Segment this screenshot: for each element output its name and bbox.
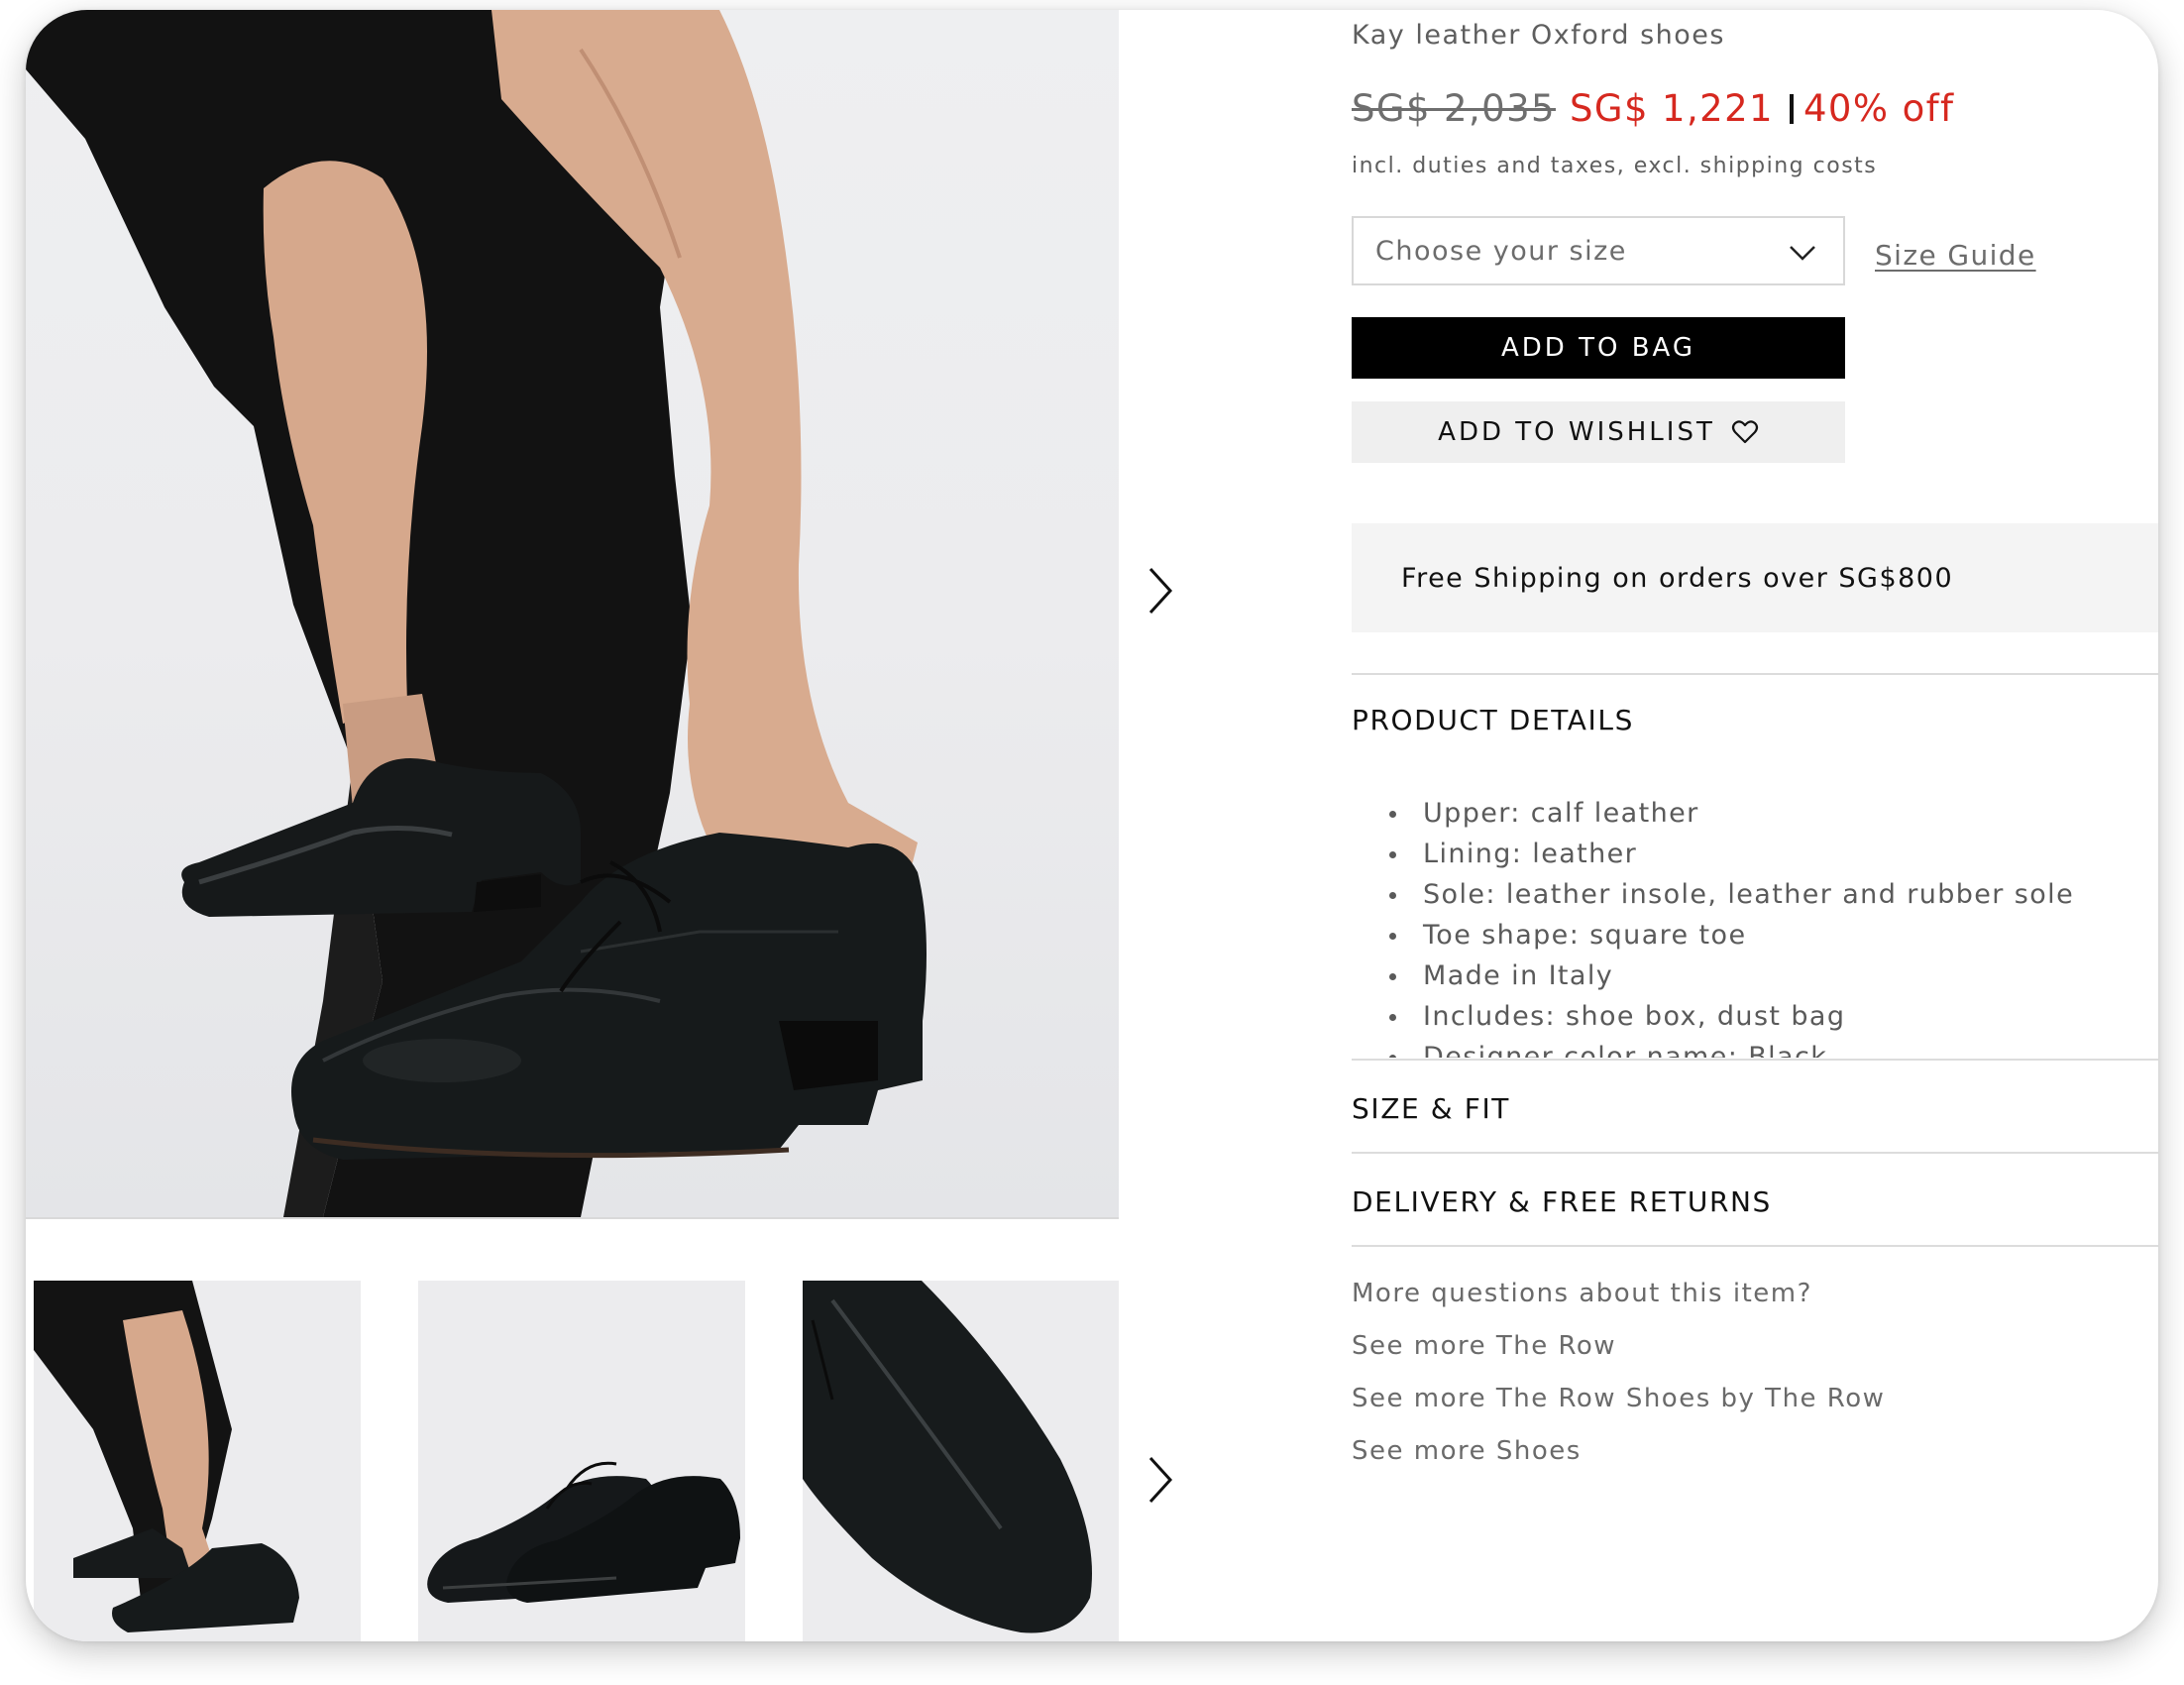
free-shipping-banner: Free Shipping on orders over SG$800 [1352, 523, 2158, 632]
size-select-placeholder: Choose your size [1375, 235, 1627, 267]
add-to-wishlist-label: ADD TO WISHLIST [1438, 417, 1715, 447]
divider [1352, 1245, 2158, 1247]
details-item: Made in Italy [1352, 955, 2074, 996]
size-select[interactable]: Choose your size [1352, 216, 1845, 285]
divider [1352, 1059, 2158, 1061]
chevron-right-icon [1148, 567, 1173, 615]
details-item: Upper: calf leather [1352, 793, 2074, 834]
thumbnail-1[interactable] [34, 1281, 361, 1641]
product-details-list: Upper: calf leather Lining: leather Sole… [1352, 793, 2074, 1058]
bullet [1389, 892, 1396, 899]
add-to-wishlist-button[interactable]: ADD TO WISHLIST [1352, 401, 1845, 463]
discount-label: 40% off [1802, 87, 1955, 130]
bullet [1389, 811, 1396, 818]
see-more-brand-shoes-link[interactable]: See more The Row Shoes by The Row [1352, 1384, 1885, 1413]
bullet [1389, 933, 1396, 940]
heart-outline-icon [1731, 420, 1758, 444]
divider [1352, 673, 2158, 675]
details-item: Toe shape: square toe [1352, 915, 2074, 955]
bullet [1389, 851, 1396, 858]
product-details-panel: Upper: calf leather Lining: leather Sole… [1352, 793, 2158, 1058]
next-image-button[interactable] [1141, 561, 1180, 620]
price-separator [1789, 93, 1794, 124]
size-guide-link[interactable]: Size Guide [1875, 239, 2036, 272]
price-row: SG$ 2,035 SG$ 1,221 40% off [1352, 87, 1954, 130]
details-item: Designer color name: Black [1352, 1037, 2074, 1058]
details-item: Lining: leather [1352, 834, 2074, 874]
bullet [1389, 1014, 1396, 1021]
divider [1352, 1152, 2158, 1154]
add-to-bag-label: ADD TO BAG [1500, 333, 1696, 363]
tax-note: incl. duties and taxes, excl. shipping c… [1352, 154, 1878, 178]
next-thumbnails-button[interactable] [1141, 1450, 1180, 1510]
chevron-right-icon [1148, 1456, 1173, 1504]
free-shipping-text: Free Shipping on orders over SG$800 [1401, 562, 1954, 594]
original-price: SG$ 2,035 [1352, 87, 1556, 130]
bullet [1389, 973, 1396, 980]
bullet [1389, 1055, 1396, 1058]
product-details-heading[interactable]: PRODUCT DETAILS [1352, 704, 1634, 736]
see-more-brand-link[interactable]: See more The Row [1352, 1331, 1616, 1361]
thumbnail-3[interactable] [803, 1281, 1119, 1641]
add-to-bag-button[interactable]: ADD TO BAG [1352, 317, 1845, 379]
details-item: Includes: shoe box, dust bag [1352, 996, 2074, 1037]
details-item: Sole: leather insole, leather and rubber… [1352, 874, 2074, 915]
size-fit-heading[interactable]: SIZE & FIT [1352, 1092, 1510, 1125]
chevron-down-icon [1790, 246, 1815, 261]
main-product-image[interactable] [26, 10, 1119, 1217]
see-more-shoes-link[interactable]: See more Shoes [1352, 1436, 1582, 1466]
gallery-divider [26, 1217, 1119, 1219]
product-title: Kay leather Oxford shoes [1352, 20, 1725, 51]
thumbnail-2[interactable] [418, 1281, 745, 1641]
more-questions-link[interactable]: More questions about this item? [1352, 1279, 1812, 1308]
delivery-returns-heading[interactable]: DELIVERY & FREE RETURNS [1352, 1185, 1772, 1218]
sale-price: SG$ 1,221 [1569, 87, 1774, 130]
product-page: Kay leather Oxford shoes SG$ 2,035 SG$ 1… [26, 10, 2158, 1641]
